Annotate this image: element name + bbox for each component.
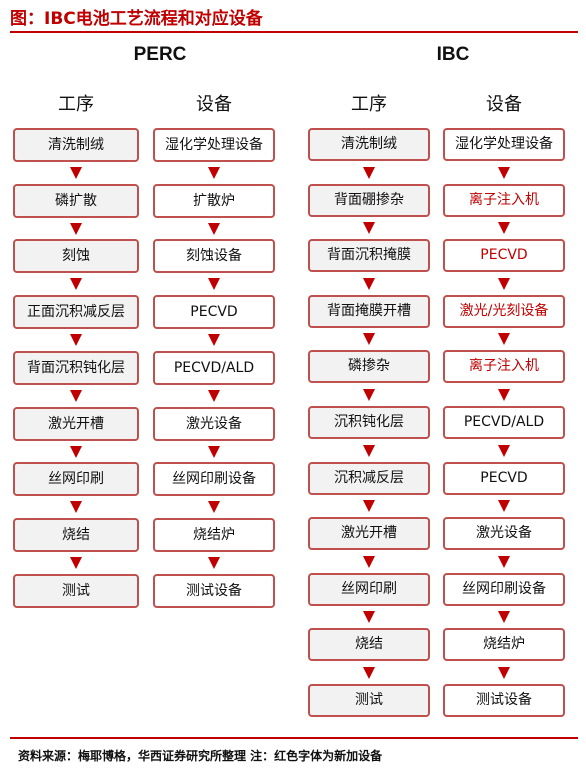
flow-arrow-icon bbox=[363, 611, 375, 623]
ibc-process-step: 沉积减反层 bbox=[308, 462, 430, 495]
flow-arrow-icon bbox=[70, 223, 82, 235]
perc-equipment-box: 烧结炉 bbox=[153, 518, 275, 552]
flow-arrow-icon bbox=[70, 390, 82, 402]
flow-arrow-icon bbox=[498, 333, 510, 345]
flow-arrow-icon bbox=[498, 389, 510, 401]
flow-arrow-icon bbox=[498, 222, 510, 234]
flow-arrow-icon bbox=[498, 611, 510, 623]
perc-process-step: 刻蚀 bbox=[13, 239, 139, 273]
ibc-process-step: 沉积钝化层 bbox=[308, 406, 430, 439]
flow-arrow-icon bbox=[70, 278, 82, 290]
ibc-process-header: 工序 bbox=[351, 94, 387, 115]
ibc-process-step: 测试 bbox=[308, 684, 430, 717]
flow-arrow-icon bbox=[498, 500, 510, 512]
ibc-equipment-box: 测试设备 bbox=[443, 684, 565, 717]
flow-arrow-icon bbox=[363, 667, 375, 679]
flow-arrow-icon bbox=[208, 501, 220, 513]
flow-arrow-icon bbox=[363, 278, 375, 290]
perc-equipment-box: 测试设备 bbox=[153, 574, 275, 608]
flow-arrow-icon bbox=[70, 501, 82, 513]
flow-arrow-icon bbox=[208, 334, 220, 346]
ibc-equipment-box: 丝网印刷设备 bbox=[443, 573, 565, 606]
perc-equipment-box: 湿化学处理设备 bbox=[153, 128, 275, 162]
flow-arrow-icon bbox=[498, 167, 510, 179]
flow-arrow-icon bbox=[498, 667, 510, 679]
flow-arrow-icon bbox=[363, 500, 375, 512]
flow-arrow-icon bbox=[363, 222, 375, 234]
flow-arrow-icon bbox=[498, 278, 510, 290]
perc-equipment-box: 扩散炉 bbox=[153, 184, 275, 218]
ibc-process-step: 清洗制绒 bbox=[308, 128, 430, 161]
flow-arrow-icon bbox=[363, 556, 375, 568]
perc-equipment-box: PECVD/ALD bbox=[153, 351, 275, 385]
flow-arrow-icon bbox=[363, 333, 375, 345]
ibc-process-step: 激光开槽 bbox=[308, 517, 430, 550]
perc-process-step: 背面沉积钝化层 bbox=[13, 351, 139, 385]
ibc-equipment-box: 激光/光刻设备 bbox=[443, 295, 565, 328]
perc-process-step: 测试 bbox=[13, 574, 139, 608]
flow-arrow-icon bbox=[208, 278, 220, 290]
flow-arrow-icon bbox=[208, 167, 220, 179]
flow-arrow-icon bbox=[208, 390, 220, 402]
perc-process-step: 清洗制绒 bbox=[13, 128, 139, 162]
perc-process-header: 工序 bbox=[58, 94, 94, 115]
flow-arrow-icon bbox=[208, 557, 220, 569]
flow-arrow-icon bbox=[498, 556, 510, 568]
flow-arrow-icon bbox=[208, 446, 220, 458]
flow-arrow-icon bbox=[363, 389, 375, 401]
ibc-process-step: 背面沉积掩膜 bbox=[308, 239, 430, 272]
flow-arrow-icon bbox=[208, 223, 220, 235]
ibc-process-step: 丝网印刷 bbox=[308, 573, 430, 606]
perc-equipment-box: 丝网印刷设备 bbox=[153, 462, 275, 496]
flow-arrow-icon bbox=[70, 557, 82, 569]
figure-title: 图：IBC电池工艺流程和对应设备 bbox=[10, 9, 263, 29]
perc-process-step: 磷扩散 bbox=[13, 184, 139, 218]
perc-process-step: 正面沉积减反层 bbox=[13, 295, 139, 329]
flow-arrow-icon bbox=[363, 445, 375, 457]
perc-process-step: 烧结 bbox=[13, 518, 139, 552]
ibc-heading: IBC bbox=[436, 44, 470, 65]
flow-arrow-icon bbox=[70, 334, 82, 346]
flow-arrow-icon bbox=[498, 445, 510, 457]
ibc-equipment-box: 离子注入机 bbox=[443, 350, 565, 383]
perc-heading: PERC bbox=[133, 44, 187, 65]
perc-equipment-header: 设备 bbox=[196, 94, 232, 115]
ibc-process-step: 磷掺杂 bbox=[308, 350, 430, 383]
ibc-equipment-box: PECVD/ALD bbox=[443, 406, 565, 439]
perc-process-step: 丝网印刷 bbox=[13, 462, 139, 496]
perc-equipment-box: 激光设备 bbox=[153, 407, 275, 441]
flow-arrow-icon bbox=[70, 446, 82, 458]
ibc-equipment-box: PECVD bbox=[443, 239, 565, 272]
flow-arrow-icon bbox=[70, 167, 82, 179]
ibc-equipment-box: 湿化学处理设备 bbox=[443, 128, 565, 161]
flow-arrow-icon bbox=[363, 167, 375, 179]
title-divider bbox=[10, 31, 578, 33]
ibc-process-step: 背面硼掺杂 bbox=[308, 184, 430, 217]
ibc-equipment-box: 离子注入机 bbox=[443, 184, 565, 217]
perc-process-step: 激光开槽 bbox=[13, 407, 139, 441]
perc-equipment-box: 刻蚀设备 bbox=[153, 239, 275, 273]
footer-divider bbox=[10, 737, 578, 739]
ibc-process-step: 背面掩膜开槽 bbox=[308, 295, 430, 328]
ibc-equipment-header: 设备 bbox=[486, 94, 522, 115]
perc-equipment-box: PECVD bbox=[153, 295, 275, 329]
ibc-process-step: 烧结 bbox=[308, 628, 430, 661]
source-note: 资料来源：梅耶博格，华西证券研究所整理 注：红色字体为新加设备 bbox=[18, 749, 383, 763]
ibc-equipment-box: 烧结炉 bbox=[443, 628, 565, 661]
ibc-equipment-box: 激光设备 bbox=[443, 517, 565, 550]
ibc-equipment-box: PECVD bbox=[443, 462, 565, 495]
